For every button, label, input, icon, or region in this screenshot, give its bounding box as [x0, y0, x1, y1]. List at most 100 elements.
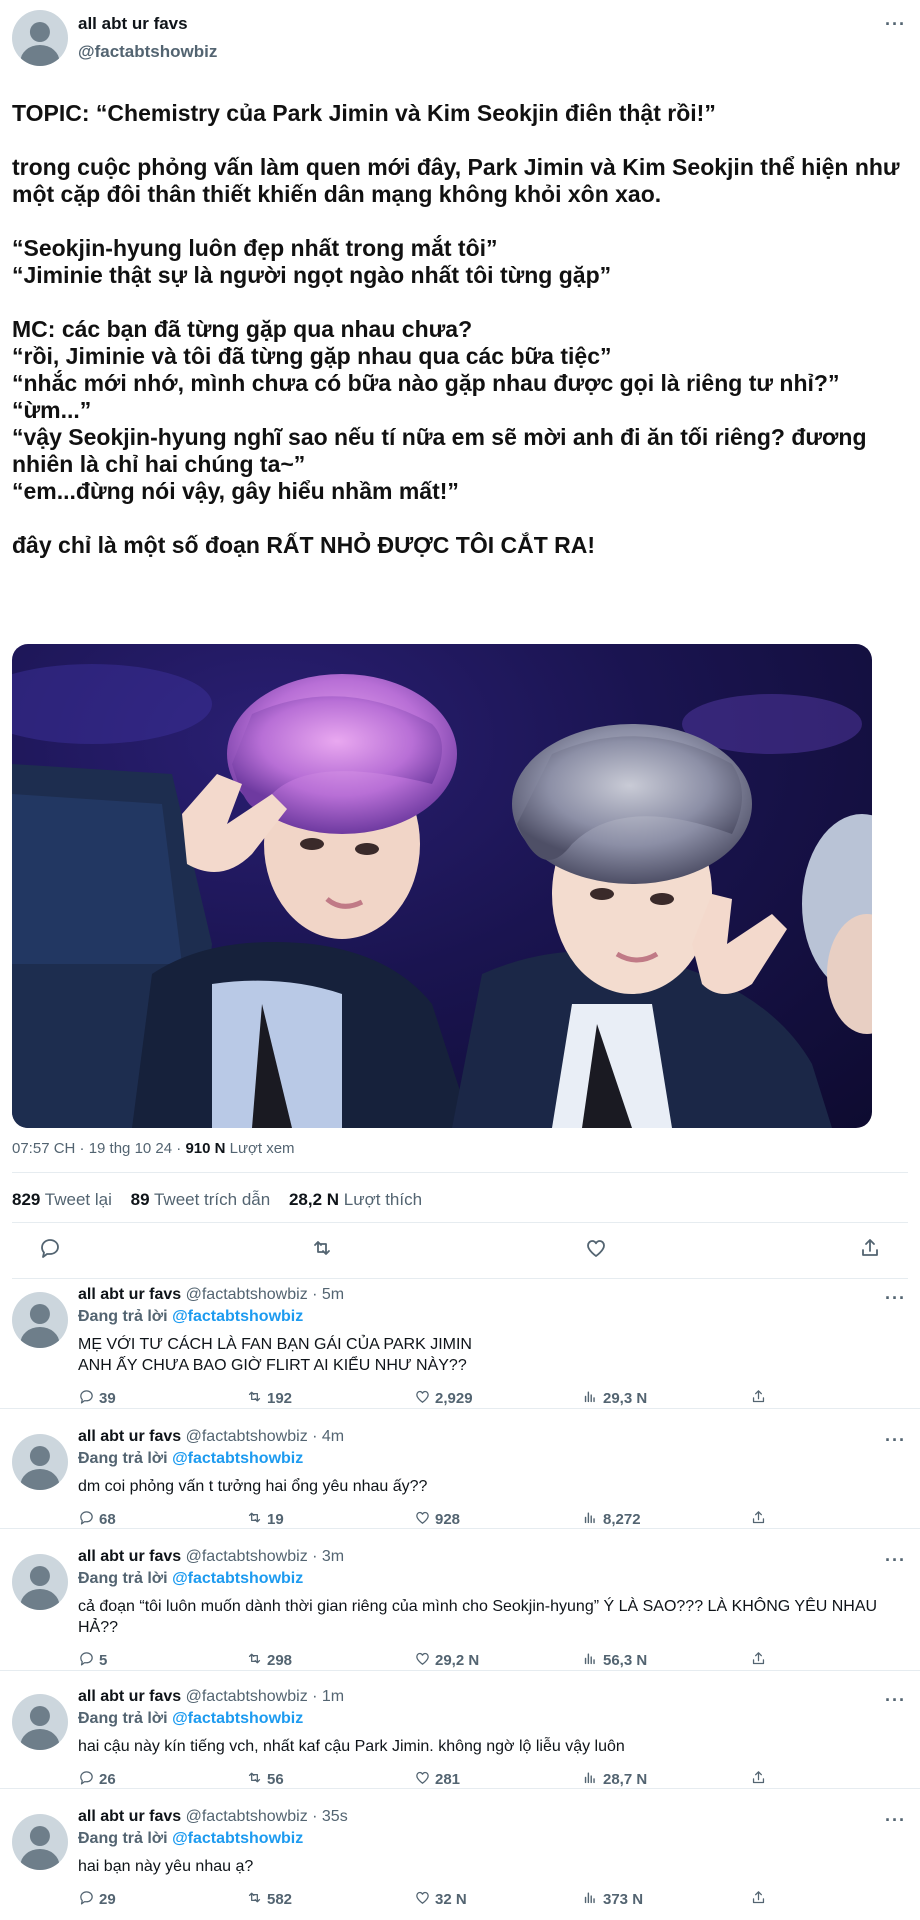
- views-count: 910 N: [185, 1140, 226, 1157]
- avatar[interactable]: [12, 1694, 68, 1750]
- author-name[interactable]: all abt ur favs: [78, 1428, 181, 1445]
- like-count: 2,929: [435, 1390, 473, 1407]
- replying-to: Đang trả lời @factabtshowbiz: [78, 1570, 303, 1588]
- retweet-button[interactable]: 298: [246, 1650, 292, 1671]
- author-handle[interactable]: @factabtshowbiz · 5m: [186, 1286, 345, 1303]
- like-icon[interactable]: [584, 1236, 610, 1262]
- author-handle[interactable]: @factabtshowbiz · 4m: [186, 1428, 345, 1445]
- reply-tweet[interactable]: all abt ur favs @factabtshowbiz · 4m ···…: [0, 1428, 920, 1528]
- like-button[interactable]: 2,929: [414, 1388, 473, 1409]
- like-icon: [414, 1388, 431, 1409]
- views-icon: [582, 1650, 599, 1671]
- quotes-count: 89: [130, 1190, 150, 1209]
- like-count: 281: [435, 1771, 461, 1788]
- avatar[interactable]: [12, 1554, 68, 1610]
- author-name[interactable]: all abt ur favs: [78, 1548, 181, 1565]
- mention-link[interactable]: @factabtshowbiz: [172, 1830, 303, 1847]
- mention-link[interactable]: @factabtshowbiz: [172, 1450, 303, 1467]
- likes-stat[interactable]: 28,2 N Lượt thích: [289, 1190, 422, 1209]
- retweet-button[interactable]: 192: [246, 1388, 292, 1409]
- mention-link[interactable]: @factabtshowbiz: [172, 1570, 303, 1587]
- share-button[interactable]: [750, 1650, 767, 1671]
- comment-icon: [78, 1388, 95, 1409]
- like-count: 32 N: [435, 1891, 467, 1908]
- views-button[interactable]: 28,7 N: [582, 1769, 647, 1790]
- author-handle[interactable]: @factabtshowbiz · 3m: [186, 1548, 345, 1565]
- author-name[interactable]: all abt ur favs: [78, 14, 188, 34]
- retweet-button[interactable]: 582: [246, 1889, 292, 1910]
- reply-tweet[interactable]: all abt ur favs @factabtshowbiz · 35s ··…: [0, 1808, 920, 1920]
- more-options-button[interactable]: ···: [885, 1810, 906, 1831]
- divider: [0, 1670, 920, 1671]
- comment-icon: [78, 1889, 95, 1910]
- comment-icon: [78, 1509, 95, 1530]
- retweets-stat[interactable]: 829 Tweet lại: [12, 1190, 117, 1209]
- author-name[interactable]: all abt ur favs: [78, 1688, 181, 1705]
- reply-tweet[interactable]: all abt ur favs @factabtshowbiz · 3m ···…: [0, 1548, 920, 1669]
- author-name[interactable]: all abt ur favs: [78, 1808, 181, 1825]
- share-button[interactable]: [750, 1889, 767, 1910]
- reply-tweet[interactable]: all abt ur favs @factabtshowbiz · 5m ···…: [0, 1286, 920, 1407]
- comment-button[interactable]: 29: [78, 1889, 116, 1910]
- tweet-text: TOPIC: “Chemistry của Park Jimin và Kim …: [12, 100, 900, 558]
- retweet-count: 582: [267, 1891, 293, 1908]
- share-button[interactable]: [750, 1388, 767, 1409]
- mention-link[interactable]: @factabtshowbiz: [172, 1308, 303, 1325]
- avatar[interactable]: [12, 1814, 68, 1870]
- quotes-stat[interactable]: 89 Tweet trích dẫn: [131, 1190, 275, 1209]
- retweet-count: 192: [267, 1390, 293, 1407]
- comment-button[interactable]: 5: [78, 1650, 107, 1671]
- like-count: 29,2 N: [435, 1652, 480, 1669]
- mention-link[interactable]: @factabtshowbiz: [172, 1710, 303, 1727]
- retweet-icon[interactable]: [310, 1236, 336, 1262]
- more-options-button[interactable]: ···: [885, 14, 906, 35]
- like-icon: [414, 1650, 431, 1671]
- retweet-button[interactable]: 56: [246, 1769, 284, 1790]
- author-name[interactable]: all abt ur favs: [78, 1286, 181, 1303]
- like-button[interactable]: 928: [414, 1509, 460, 1530]
- avatar[interactable]: [12, 1292, 68, 1348]
- share-button[interactable]: [750, 1509, 767, 1530]
- reply-tweet[interactable]: all abt ur favs @factabtshowbiz · 1m ···…: [0, 1688, 920, 1788]
- divider: [12, 1172, 908, 1173]
- comment-count: 5: [99, 1652, 108, 1669]
- reply-actions: 68 19 928 8,272: [78, 1509, 778, 1529]
- views-button[interactable]: 56,3 N: [582, 1650, 647, 1671]
- comment-icon[interactable]: [38, 1236, 64, 1262]
- main-tweet-header: all abt ur favs @factabtshowbiz ···: [0, 0, 920, 80]
- tweet-photo[interactable]: [12, 644, 872, 1128]
- replying-label: Đang trả lời: [78, 1570, 168, 1587]
- author-handle[interactable]: @factabtshowbiz · 1m: [186, 1688, 345, 1705]
- photo-illustration: [12, 664, 872, 1128]
- like-icon: [414, 1509, 431, 1530]
- views-button[interactable]: 29,3 N: [582, 1388, 647, 1409]
- reply-header: all abt ur favs @factabtshowbiz · 3m: [78, 1548, 344, 1566]
- more-options-button[interactable]: ···: [885, 1430, 906, 1451]
- timestamp[interactable]: 07:57 CH · 19 thg 10 24 ·: [12, 1140, 181, 1157]
- more-options-button[interactable]: ···: [885, 1550, 906, 1571]
- views-button[interactable]: 373 N: [582, 1889, 643, 1910]
- share-icon: [750, 1509, 767, 1530]
- reply-actions: 39 192 2,929 29,3 N: [78, 1388, 778, 1408]
- retweet-button[interactable]: 19: [246, 1509, 284, 1530]
- share-icon[interactable]: [858, 1236, 884, 1262]
- more-options-button[interactable]: ···: [885, 1690, 906, 1711]
- reply-header: all abt ur favs @factabtshowbiz · 5m: [78, 1286, 344, 1304]
- avatar[interactable]: [12, 1434, 68, 1490]
- reply-text: hai cậu này kín tiếng vch, nhất kaf cậu …: [78, 1738, 625, 1755]
- replying-to: Đang trả lời @factabtshowbiz: [78, 1830, 303, 1848]
- comment-button[interactable]: 68: [78, 1509, 116, 1530]
- replying-to: Đang trả lời @factabtshowbiz: [78, 1710, 303, 1728]
- reply-header: all abt ur favs @factabtshowbiz · 4m: [78, 1428, 344, 1446]
- avatar[interactable]: [12, 10, 68, 66]
- like-button[interactable]: 281: [414, 1769, 460, 1790]
- comment-button[interactable]: 26: [78, 1769, 116, 1790]
- like-button[interactable]: 32 N: [414, 1889, 467, 1910]
- views-button[interactable]: 8,272: [582, 1509, 641, 1530]
- more-options-button[interactable]: ···: [885, 1288, 906, 1309]
- author-handle[interactable]: @factabtshowbiz: [78, 42, 217, 62]
- author-handle[interactable]: @factabtshowbiz · 35s: [186, 1808, 348, 1825]
- comment-button[interactable]: 39: [78, 1388, 116, 1409]
- share-button[interactable]: [750, 1769, 767, 1790]
- like-button[interactable]: 29,2 N: [414, 1650, 479, 1671]
